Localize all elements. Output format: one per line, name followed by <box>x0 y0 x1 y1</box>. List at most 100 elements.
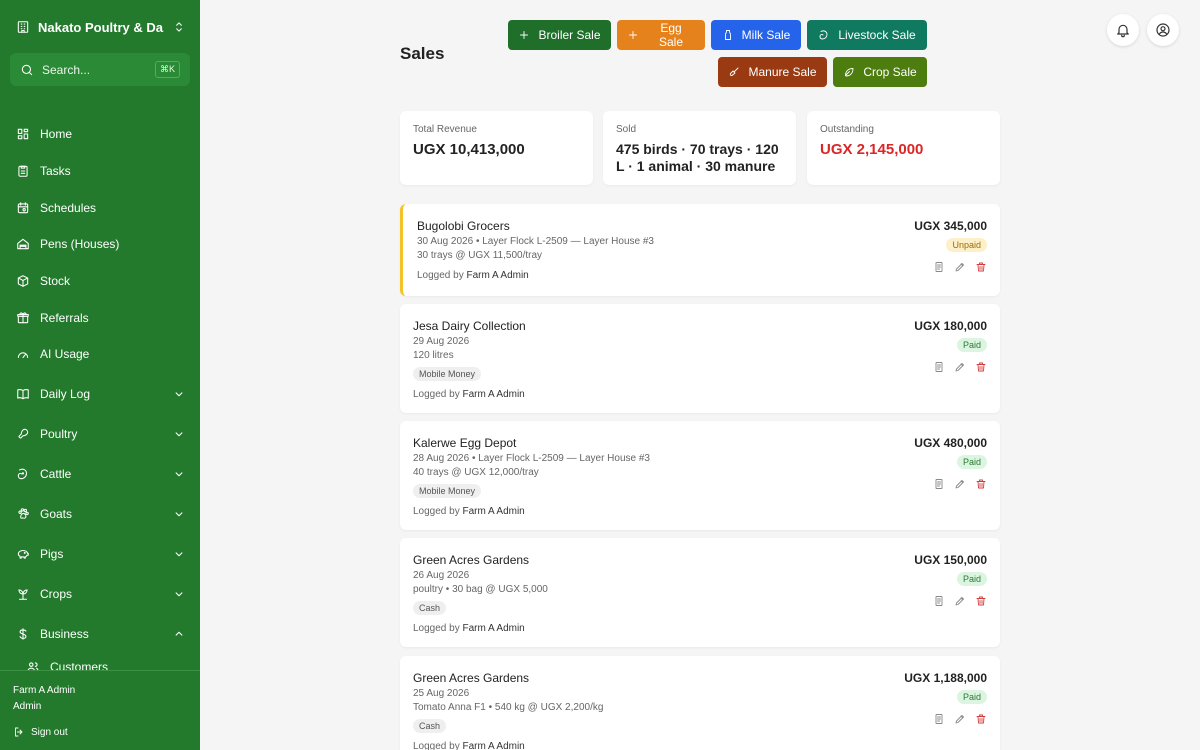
stat-sold: Sold 475 birds · 70 trays · 120 L · 1 an… <box>603 111 796 185</box>
sidebar-item-label: Goats <box>40 507 73 521</box>
sale-meta: 29 Aug 2026 <box>413 336 470 347</box>
sidebar-item-daily-log[interactable]: Daily Log <box>16 384 186 404</box>
delete-icon[interactable] <box>975 361 987 373</box>
receipt-icon[interactable] <box>933 713 945 725</box>
milk-sale-label: Milk Sale <box>741 28 791 42</box>
sale-card[interactable]: Jesa Dairy Collection 29 Aug 2026 120 li… <box>400 304 1000 413</box>
sidebar-item-cattle[interactable]: Cattle <box>16 464 186 484</box>
sale-detail: 30 trays @ UGX 11,500/tray <box>417 250 543 261</box>
account-button[interactable] <box>1147 14 1179 46</box>
status-badge: Paid <box>956 572 987 586</box>
edit-icon[interactable] <box>954 261 966 273</box>
stat-total-revenue: Total Revenue UGX 10,413,000 <box>400 111 593 185</box>
livestock-sale-button[interactable]: Livestock Sale <box>807 20 927 50</box>
sidebar-item-pigs[interactable]: Pigs <box>16 544 186 564</box>
farm-switcher[interactable]: Nakato Poultry & Da... <box>16 17 186 37</box>
sidebar-item-label: Referrals <box>40 311 89 325</box>
sidebar-item-stock[interactable]: Stock <box>16 271 186 291</box>
sign-out-button[interactable]: Sign out <box>13 726 187 738</box>
receipt-icon[interactable] <box>933 361 945 373</box>
sidebar-item-label: Crops <box>40 587 73 601</box>
delete-icon[interactable] <box>975 478 987 490</box>
sidebar-item-label: Pigs <box>40 547 64 561</box>
manure-sale-button[interactable]: Manure Sale <box>718 57 827 87</box>
receipt-icon[interactable] <box>933 261 945 273</box>
user-role: Admin <box>13 701 42 712</box>
paw-icon <box>18 508 29 519</box>
payment-method-tag: Cash <box>413 601 447 615</box>
search-input[interactable]: Search... ⌘K <box>10 53 190 86</box>
clipboard-icon <box>18 165 28 177</box>
crop-sale-button[interactable]: Crop Sale <box>833 57 927 87</box>
edit-icon[interactable] <box>954 713 966 725</box>
sidebar-item-business[interactable]: Business <box>16 624 186 644</box>
sale-meta: 26 Aug 2026 <box>413 570 470 581</box>
broiler-sale-label: Broiler Sale <box>538 28 601 42</box>
sale-meta: 28 Aug 2026 • Layer Flock L-2509 — Layer… <box>413 453 650 464</box>
egg-sale-button[interactable]: Egg Sale <box>617 20 705 50</box>
book-icon <box>17 389 29 400</box>
chevron-down-icon <box>175 592 183 597</box>
delete-icon[interactable] <box>975 713 987 725</box>
notifications-button[interactable] <box>1107 14 1139 46</box>
sale-card[interactable]: Kalerwe Egg Depot 28 Aug 2026 • Layer Fl… <box>400 421 1000 530</box>
customer-name: Bugolobi Grocers <box>417 219 510 233</box>
sale-amount: UGX 180,000 <box>914 319 987 333</box>
user-circle-icon <box>1156 23 1170 37</box>
sidebar-item-label: Cattle <box>40 467 72 481</box>
dollar-icon <box>19 628 27 640</box>
sidebar-item-tasks[interactable]: Tasks <box>16 161 186 181</box>
sale-detail: Tomato Anna F1 • 540 kg @ UGX 2,200/kg <box>413 702 604 713</box>
customer-name: Green Acres Gardens <box>413 671 530 685</box>
logout-icon <box>15 727 23 737</box>
chevron-up-down-icon <box>176 22 182 32</box>
sale-amount: UGX 150,000 <box>914 553 987 567</box>
broiler-sale-button[interactable]: Broiler Sale <box>508 20 611 50</box>
livestock-icon <box>819 30 828 40</box>
stat-outstanding: Outstanding UGX 2,145,000 <box>807 111 1000 185</box>
sidebar-item-label: Schedules <box>40 201 97 215</box>
customer-name: Jesa Dairy Collection <box>413 319 526 333</box>
plus-icon <box>520 31 529 39</box>
milk-sale-button[interactable]: Milk Sale <box>711 20 801 50</box>
sidebar-item-referrals[interactable]: Referrals <box>16 308 186 328</box>
customer-name: Green Acres Gardens <box>413 553 530 567</box>
receipt-icon[interactable] <box>933 478 945 490</box>
sidebar-item-pens[interactable]: Pens (Houses) <box>16 234 186 254</box>
sale-card[interactable]: Bugolobi Grocers 30 Aug 2026 • Layer Flo… <box>400 204 1000 296</box>
sale-detail: 120 litres <box>413 350 454 361</box>
sale-card[interactable]: Green Acres Gardens 26 Aug 2026 poultry … <box>400 538 1000 647</box>
sidebar-item-poultry[interactable]: Poultry <box>16 424 186 444</box>
sidebar-item-label: Daily Log <box>40 387 91 401</box>
sale-meta: 30 Aug 2026 • Layer Flock L-2509 — Layer… <box>417 236 654 247</box>
box-icon <box>17 275 29 287</box>
sidebar-item-ai-usage[interactable]: AI Usage <box>16 344 186 364</box>
shovel-icon <box>730 67 739 76</box>
chevron-down-icon <box>175 472 183 477</box>
payment-method-tag: Cash <box>413 719 447 733</box>
edit-icon[interactable] <box>954 478 966 490</box>
logged-by: Logged by Farm A Admin <box>417 270 529 281</box>
building-icon <box>17 21 29 33</box>
edit-icon[interactable] <box>954 595 966 607</box>
sidebar-item-goats[interactable]: Goats <box>16 504 186 524</box>
sidebar-item-label: Business <box>40 627 89 641</box>
search-placeholder: Search... <box>42 62 91 77</box>
sidebar-item-schedules[interactable]: Schedules <box>16 198 186 218</box>
delete-icon[interactable] <box>975 261 987 273</box>
sale-meta: 25 Aug 2026 <box>413 688 470 699</box>
sidebar-item-label: Pens (Houses) <box>40 237 120 251</box>
sale-card[interactable]: Green Acres Gardens 25 Aug 2026 Tomato A… <box>400 656 1000 750</box>
sidebar-item-crops[interactable]: Crops <box>16 584 186 604</box>
logged-by: Logged by Farm A Admin <box>413 623 525 634</box>
leaf-icon <box>845 68 854 77</box>
sidebar-item-home[interactable]: Home <box>16 124 186 144</box>
delete-icon[interactable] <box>975 595 987 607</box>
page-title: Sales <box>400 44 445 63</box>
search-icon <box>21 64 33 75</box>
chevron-down-icon <box>175 552 183 557</box>
stat-label: Sold <box>616 124 637 135</box>
search-shortcut: ⌘K <box>154 61 180 78</box>
edit-icon[interactable] <box>954 361 966 373</box>
receipt-icon[interactable] <box>933 595 945 607</box>
